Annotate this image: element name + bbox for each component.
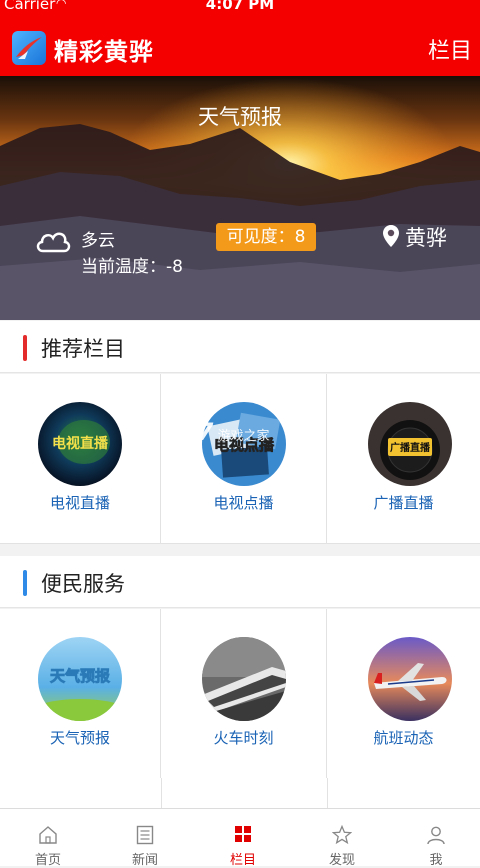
flight-thumbnail	[368, 637, 452, 721]
thumb-text-tv-live: 电视直播	[52, 435, 109, 452]
grid-item-label: 天气预报	[49, 729, 110, 747]
grid-item-train[interactable]: 火车时刻	[161, 609, 327, 779]
services-grid: 天气预报 天气预报 火车时刻 航班动态	[0, 609, 480, 779]
tab-discover[interactable]: 发现	[292, 809, 392, 868]
radio-live-thumbnail: 广播直播	[368, 402, 452, 486]
thumb-text-weather: 天气预报	[50, 667, 110, 685]
status-time: 4:07 PM	[205, 0, 275, 13]
section-title: 便民服务	[41, 572, 125, 596]
news-icon	[136, 825, 154, 845]
watermark-text: 游戏之家	[217, 429, 270, 444]
tab-me[interactable]: 我	[392, 809, 480, 868]
tab-home[interactable]: 首页	[0, 809, 96, 868]
location-name: 黄骅	[405, 226, 447, 250]
weather-title: 天气预报	[198, 105, 282, 129]
tab-label: 首页	[34, 853, 61, 868]
home-icon	[39, 826, 57, 844]
weather-banner[interactable]: 天气预报 多云 当前温度：-8 可见度：8 黄骅	[0, 76, 480, 320]
visibility-badge: 可见度：8	[216, 223, 316, 251]
grid-item-label: 电视直播	[49, 494, 110, 512]
grid-divider	[327, 778, 328, 808]
grid-icon	[235, 826, 251, 842]
tab-label: 我	[429, 853, 443, 868]
section-accent-bar	[23, 570, 27, 596]
weather-condition: 多云	[81, 231, 115, 251]
tab-columns[interactable]: 栏目	[194, 809, 292, 868]
grid-item-label: 航班动态	[373, 729, 434, 747]
grid-next-row-partial	[0, 778, 480, 808]
grid-item-label: 广播直播	[373, 494, 434, 512]
grid-item-label: 电视点播	[213, 494, 274, 512]
grid-item-weather[interactable]: 天气预报 天气预报	[0, 609, 161, 779]
discover-icon	[332, 825, 352, 845]
tab-label: 新闻	[131, 853, 158, 868]
cloud-icon	[36, 232, 71, 253]
user-icon	[427, 826, 445, 845]
status-bar: Carrier ◠ 4:07 PM	[0, 0, 480, 14]
location-pin-icon	[383, 225, 399, 247]
tab-label: 发现	[328, 853, 355, 868]
grid-item-tv-live[interactable]: 电视直播 电视直播	[0, 374, 161, 544]
train-thumbnail	[202, 637, 286, 721]
nav-bar: 精彩黄骅 栏目	[0, 14, 480, 76]
grid-item-tv-vod[interactable]: 电视点播 电视点播	[161, 374, 327, 544]
section-header-recommended: 推荐栏目	[0, 321, 480, 373]
grid-divider	[161, 778, 162, 808]
thumb-text-radio: 广播直播	[390, 441, 431, 454]
tv-live-thumbnail: 电视直播	[38, 402, 122, 486]
current-temperature: 当前温度：-8	[81, 257, 183, 277]
grid-item-radio-live[interactable]: 广播直播 广播直播	[327, 374, 480, 544]
grid-item-flight[interactable]: 航班动态	[327, 609, 480, 779]
tab-label: 栏目	[229, 853, 256, 868]
section-accent-bar	[23, 335, 27, 361]
watermark: K7 游戏之家	[178, 418, 269, 446]
watermark-brand: K7	[178, 418, 214, 446]
tab-news[interactable]: 新闻	[96, 809, 194, 868]
recommended-grid: 电视直播 电视直播 电视点播 电视点播 广播直播 广播直播	[0, 374, 480, 544]
bottom-tab-bar: 首页 新闻 栏目 发现 我	[0, 808, 480, 868]
section-title: 推荐栏目	[41, 337, 125, 361]
weather-thumbnail: 天气预报	[38, 637, 122, 721]
app-title: 精彩黄骅	[54, 38, 154, 66]
grid-item-label: 火车时刻	[213, 729, 274, 747]
section-header-services: 便民服务	[0, 556, 480, 608]
columns-menu-button[interactable]: 栏目	[428, 33, 472, 65]
app-logo-icon	[12, 31, 46, 65]
